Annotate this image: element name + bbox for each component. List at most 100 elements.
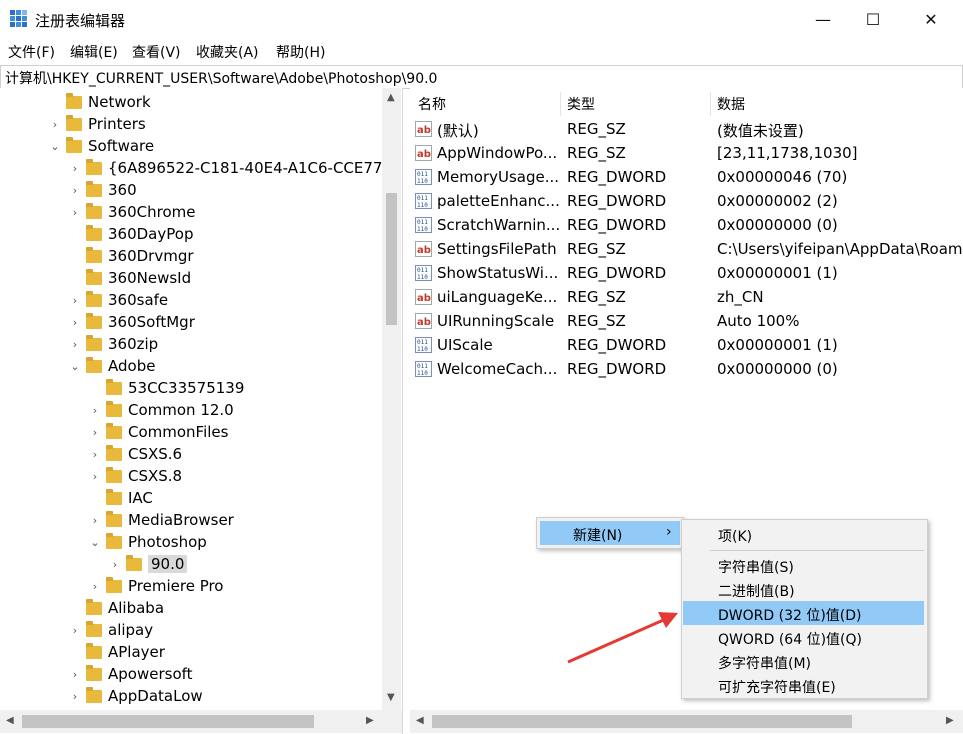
menu-item-qword-value[interactable]: QWORD (64 位)值(Q) [718,629,862,649]
column-divider[interactable] [560,92,561,116]
expander-icon[interactable] [88,487,102,509]
tree-item-360softmgr[interactable]: › 360SoftMgr [68,311,195,333]
expander-icon[interactable] [68,267,82,289]
expander-icon[interactable] [68,223,82,245]
scroll-right-icon[interactable]: ▶ [366,715,374,726]
menu-favorites[interactable]: 收藏夹(A) [196,42,259,62]
expander-icon[interactable]: › [88,509,102,531]
tree-item-csxs6[interactable]: › CSXS.6 [88,443,182,465]
menu-view[interactable]: 查看(V) [132,42,181,62]
tree-item-53cc33575139[interactable]: 53CC33575139 [88,377,244,399]
tree-item-360safe[interactable]: › 360safe [68,289,168,311]
tree-item-360chrome[interactable]: › 360Chrome [68,201,195,223]
expander-icon[interactable] [68,641,82,663]
expander-icon[interactable]: › [68,311,82,333]
expander-icon[interactable]: › [68,685,82,707]
menu-item-multi-string-value[interactable]: 多字符串值(M) [718,653,811,673]
tree-item-guid[interactable]: › {6A896522-C181-40E4-A1C6-CCE779 [68,157,392,179]
tree-item-adobe[interactable]: ⌄ Adobe [68,355,155,377]
tree-item-common12[interactable]: › Common 12.0 [88,399,234,421]
tree-item-aplayer[interactable]: APlayer [68,641,165,663]
menu-item-new[interactable]: 新建(N) [573,525,622,545]
expander-icon[interactable]: › [108,553,122,575]
value-row[interactable]: ab SettingsFilePath REG_SZ C:\Users\yife… [410,237,963,261]
expander-icon[interactable]: › [68,157,82,179]
menu-help[interactable]: 帮助(H) [276,42,325,62]
expander-icon[interactable]: › [68,201,82,223]
column-header-data[interactable]: 数据 [717,94,745,114]
expander-icon[interactable] [68,245,82,267]
list-horizontal-scrollbar[interactable]: ◀ ▶ [410,710,963,733]
menu-file[interactable]: 文件(F) [8,42,55,62]
tree-item-csxs8[interactable]: › CSXS.8 [88,465,182,487]
expander-icon[interactable]: › [68,333,82,355]
menu-item-dword-value[interactable]: DWORD (32 位)值(D) [718,605,862,625]
close-button[interactable]: ✕ [908,0,954,38]
scroll-right-icon[interactable]: ▶ [946,715,954,726]
menu-item-binary-value[interactable]: 二进制值(B) [718,581,795,601]
tree-item-360daypop[interactable]: 360DayPop [68,223,193,245]
tree-item-commonfiles[interactable]: › CommonFiles [88,421,228,443]
column-divider[interactable] [710,92,711,116]
tree-item-iac[interactable]: IAC [88,487,153,509]
menu-edit[interactable]: 编辑(E) [70,42,118,62]
expander-icon[interactable]: ⌄ [68,355,82,377]
scroll-left-icon[interactable]: ◀ [416,715,424,726]
tree-item-90-selected[interactable]: › 90.0 [108,553,188,575]
menu-item-expandable-string-value[interactable]: 可扩充字符串值(E) [718,677,836,697]
tree-item-printers[interactable]: › Printers [48,113,146,135]
expander-icon[interactable]: › [88,575,102,597]
expander-icon[interactable]: › [68,663,82,685]
tree-item-photoshop[interactable]: ⌄ Photoshop [88,531,207,553]
tree-item-alipay[interactable]: › alipay [68,619,153,641]
expander-icon[interactable]: › [68,619,82,641]
value-row[interactable]: 011 110 ShowStatusWi... REG_DWORD 0x00000… [410,261,963,285]
maximize-button[interactable]: ☐ [850,0,896,38]
tree-hscroll-thumb[interactable] [22,715,314,728]
tree-item-mediabrowser[interactable]: › MediaBrowser [88,509,234,531]
value-row[interactable]: ab UIRunningScale REG_SZ Auto 100% [410,309,963,333]
expander-icon[interactable]: › [48,113,62,135]
expander-icon[interactable] [88,377,102,399]
value-row[interactable]: ab uiLanguageKe... REG_SZ zh_CN [410,285,963,309]
expander-icon[interactable]: › [68,179,82,201]
tree-item-360[interactable]: › 360 [68,179,137,201]
tree-item-apowersoft[interactable]: › Apowersoft [68,663,193,685]
tree-vertical-scrollbar[interactable]: ▲ ▼ [382,88,401,710]
tree-item-appdatalow[interactable]: › AppDataLow [68,685,203,707]
tree-item-alibaba[interactable]: Alibaba [68,597,164,619]
value-row[interactable]: 011 110 ScratchWarnin... REG_DWORD 0x0000… [410,213,963,237]
column-header-type[interactable]: 类型 [567,94,595,114]
tree-item-software[interactable]: ⌄ Software [48,135,154,157]
tree-item-premiere-pro[interactable]: › Premiere Pro [88,575,224,597]
scroll-left-icon[interactable]: ◀ [6,715,14,726]
expander-icon[interactable]: › [88,399,102,421]
expander-icon[interactable]: › [68,289,82,311]
value-row[interactable]: 011 110 paletteEnhanc... REG_DWORD 0x0000… [410,189,963,213]
scroll-down-icon[interactable]: ▼ [387,692,395,703]
expander-icon[interactable]: ⌄ [48,135,62,157]
tree-scroll-thumb[interactable] [386,193,397,325]
minimize-button[interactable]: — [800,0,846,38]
expander-icon[interactable] [48,91,62,113]
list-hscroll-thumb[interactable] [432,715,852,728]
address-bar[interactable]: 计算机\HKEY_CURRENT_USER\Software\Adobe\Pho… [0,65,963,89]
value-row[interactable]: 011 110 WelcomeCach... REG_DWORD 0x000000… [410,357,963,381]
expander-icon[interactable]: › [88,421,102,443]
expander-icon[interactable]: › [88,443,102,465]
menu-item-string-value[interactable]: 字符串值(S) [718,557,794,577]
tree-item-360zip[interactable]: › 360zip [68,333,158,355]
menu-item-key[interactable]: 项(K) [718,526,752,546]
value-row[interactable]: 011 110 MemoryUsage... REG_DWORD 0x000000… [410,165,963,189]
tree-item-network[interactable]: Network [48,91,151,113]
tree-item-360newsid[interactable]: 360NewsId [68,267,191,289]
value-row[interactable]: ab (默认) REG_SZ (数值未设置) [410,117,963,141]
value-row[interactable]: 011 110 UIScale REG_DWORD 0x00000001 (1) [410,333,963,357]
value-row[interactable]: ab AppWindowPo... REG_SZ [23,11,1738,103… [410,141,963,165]
expander-icon[interactable] [68,597,82,619]
scroll-up-icon[interactable]: ▲ [387,92,395,103]
expander-icon[interactable]: › [88,465,102,487]
tree-item-360drvmgr[interactable]: 360Drvmgr [68,245,194,267]
tree-horizontal-scrollbar[interactable]: ◀ ▶ [0,710,402,733]
column-header-name[interactable]: 名称 [418,94,446,114]
